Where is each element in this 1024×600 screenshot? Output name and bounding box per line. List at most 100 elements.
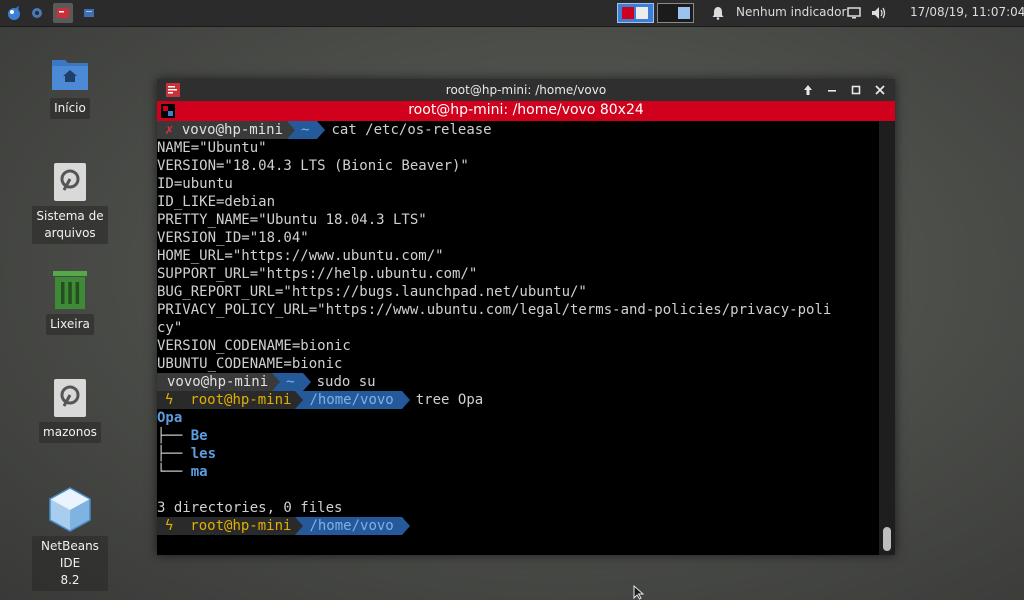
tree-branch: └── [157, 464, 191, 480]
terminal-taskbar-icon[interactable] [53, 3, 73, 23]
window-mini-icon [636, 7, 648, 19]
prompt-dir-segment: ~ [280, 373, 303, 391]
powerline-separator [401, 391, 410, 409]
prompt-command: cat /etc/os-release [331, 122, 492, 138]
prompt-command: tree Opa [415, 392, 484, 408]
display-icon[interactable] [844, 3, 864, 23]
powerline-separator [295, 391, 304, 409]
output-line: SUPPORT_URL="https://help.ubuntu.com/" [157, 266, 478, 282]
terminal-tab-title[interactable]: root@hp-mini: /home/vovo 80x24 [157, 102, 895, 118]
error-status-icon: ✗ [165, 122, 174, 138]
terminal-content[interactable]: ✗ vovo@hp-mini ~ cat /etc/os-release NAME=… [157, 121, 879, 555]
prompt-user: root@hp-mini [190, 518, 292, 534]
output-line: HOME_URL="https://www.ubuntu.com/" [157, 248, 444, 264]
prompt-user: vovo@hp-mini [181, 122, 284, 138]
powerline-separator [272, 373, 281, 391]
tree-root: Opa [157, 410, 183, 426]
workspace-2-switch[interactable] [657, 3, 694, 23]
drive-icon [50, 378, 90, 418]
tree-dir-name: Be [190, 428, 208, 444]
terminal-tab-bar[interactable]: root@hp-mini: /home/vovo 80x24 [157, 101, 895, 121]
prompt-user-segment: ϟ root@hp-mini [157, 391, 296, 409]
prompt-dir: /home/vovo [309, 392, 394, 408]
output-line: VERSION_CODENAME=bionic [157, 338, 351, 354]
desktop-icon-label: mazonos [39, 422, 101, 443]
output-line: VERSION="18.04.3 LTS (Bionic Beaver)" [157, 158, 469, 174]
powerline-separator [302, 373, 311, 391]
window-title: root@hp-mini: /home/vovo [445, 83, 607, 97]
prompt-user-segment: ✗ vovo@hp-mini [157, 121, 288, 139]
prompt-line: ϟ root@hp-mini/home/vovo tree Opa [157, 391, 879, 409]
keep-above-button[interactable] [800, 82, 816, 98]
desktop-icon-label: Sistema de arquivos [32, 206, 108, 244]
file-manager-taskbar-icon[interactable] [79, 3, 99, 23]
scrollbar-thumb[interactable] [883, 527, 891, 551]
powerline-separator [295, 517, 304, 535]
window-titlebar[interactable]: root@hp-mini: /home/vovo [157, 79, 895, 101]
prompt-line: ✗ vovo@hp-mini ~ cat /etc/os-release [157, 121, 879, 139]
desktop-icon-label: NetBeans IDE 8.2 [32, 536, 108, 591]
indicator-text[interactable]: Nenhum indicador [736, 5, 846, 19]
minimize-button[interactable] [824, 82, 840, 98]
workspace-1-switch[interactable] [617, 3, 654, 23]
tree-dir-name: ma [190, 464, 208, 480]
tree-item: ├── les [157, 445, 879, 463]
prompt-user-segment: ϟ root@hp-mini [157, 517, 296, 535]
desktop-icon-sistema-de-arquivos[interactable]: Sistema de arquivos [32, 162, 108, 244]
prompt-line: vovo@hp-mini ~ sudo su [157, 373, 879, 391]
output-line: PRETTY_NAME="Ubuntu 18.04.3 LTS" [157, 212, 427, 228]
prompt-dir-segment: /home/vovo [303, 517, 402, 535]
desktop-icon-lixeira[interactable]: Lixeira [32, 270, 108, 335]
prompt-dir-segment: ~ [295, 121, 318, 139]
powerline-separator [287, 121, 296, 139]
terminal-mini-icon [622, 7, 634, 19]
output-line: PRIVACY_POLICY_URL="https://www.ubuntu.c… [157, 302, 832, 318]
home-folder-icon [50, 54, 90, 94]
tree-item: ├── Be [157, 427, 879, 445]
prompt-dir: /home/vovo [309, 518, 394, 534]
output-line: UBUNTU_CODENAME=bionic [157, 356, 343, 372]
tree-dir-name: les [190, 446, 217, 462]
prompt-line: ϟ root@hp-mini/home/vovo [157, 517, 879, 535]
close-button[interactable] [872, 82, 888, 98]
volume-icon[interactable] [869, 3, 889, 23]
terminal-window[interactable]: root@hp-mini: /home/vovo root@hp-mini: /… [157, 79, 895, 555]
prompt-dir: ~ [286, 374, 295, 390]
prompt-user: root@hp-mini [190, 392, 292, 408]
powerline-separator [401, 517, 410, 535]
prompt-command: sudo su [316, 374, 376, 390]
xfce-menu-icon[interactable] [4, 3, 24, 23]
prompt-user: vovo@hp-mini [167, 374, 269, 390]
tree-item: └── ma [157, 463, 879, 481]
drive-icon [50, 162, 90, 202]
netbeans-mini-icon [678, 7, 690, 19]
top-panel: Nenhum indicador 17/08/19, 11:07:04 [0, 0, 1024, 27]
netbeans-icon [47, 486, 93, 532]
desktop-icon-inicio[interactable]: Início [32, 54, 108, 119]
maximize-button[interactable] [848, 82, 864, 98]
notification-bell-icon[interactable] [708, 3, 728, 23]
root-status-icon: ϟ [165, 392, 174, 408]
output-line: VERSION_ID="18.04" [157, 230, 309, 246]
prompt-dir: ~ [301, 122, 310, 138]
prompt-dir-segment: /home/vovo [303, 391, 402, 409]
output-line: cy" [157, 320, 183, 336]
output-line: ID=ubuntu [157, 176, 233, 192]
root-status-icon: ϟ [165, 518, 174, 534]
tree-summary: 3 directories, 0 files [157, 500, 343, 516]
trash-icon [50, 270, 90, 310]
prompt-user-segment: vovo@hp-mini [157, 373, 273, 391]
output-line: NAME="Ubuntu" [157, 140, 267, 156]
mouse-cursor-icon [633, 585, 645, 600]
output-line: ID_LIKE=debian [157, 194, 276, 210]
output-line: BUG_REPORT_URL="https://bugs.launchpad.n… [157, 284, 587, 300]
desktop-icon-label: Lixeira [46, 314, 94, 335]
app-launcher-icon[interactable] [27, 3, 47, 23]
clock[interactable]: 17/08/19, 11:07:04 [910, 5, 1024, 19]
desktop-icon-label: Início [50, 98, 90, 119]
terminal-scrollbar[interactable] [879, 121, 895, 555]
desktop-icon-mazonos[interactable]: mazonos [32, 378, 108, 443]
desktop-icon-netbeans[interactable]: NetBeans IDE 8.2 [32, 486, 108, 591]
tree-branch: ├── [157, 428, 191, 444]
